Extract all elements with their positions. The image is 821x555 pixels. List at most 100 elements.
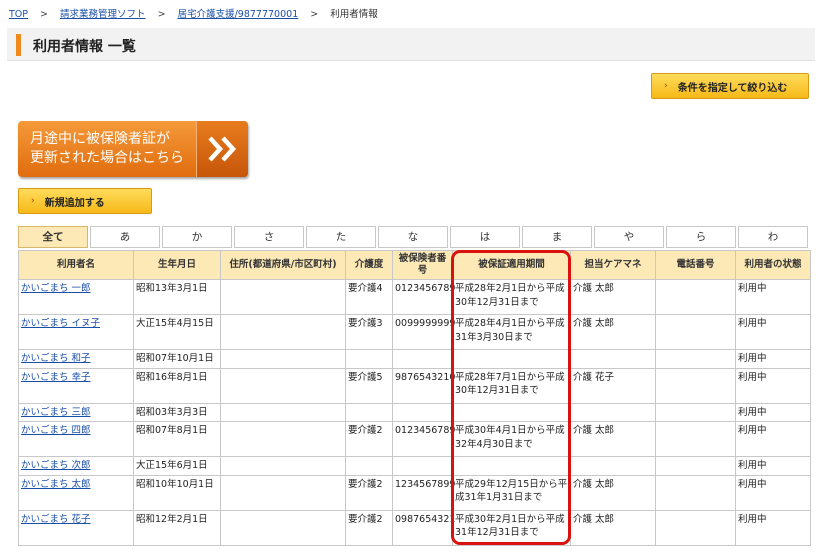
tab-ta[interactable]: た — [306, 226, 376, 248]
cell-status: 利用中 — [735, 421, 811, 457]
cell-name: かいごまち 三郎 — [18, 402, 134, 422]
user-name-link[interactable]: かいごまち 和子 — [21, 353, 91, 364]
cell-status: 利用中 — [735, 314, 811, 350]
table-row: かいごまち 幸子 昭和16年8月1日 要介護5 9876543210 平成28年… — [18, 367, 811, 404]
cell-phone — [655, 402, 736, 422]
tab-na[interactable]: な — [378, 226, 448, 248]
col-header-status: 利用者の状態 — [735, 250, 811, 280]
cell-coverage-period — [452, 456, 571, 476]
add-user-button-label: 新規追加する — [44, 197, 105, 209]
breadcrumb-top-link[interactable]: TOP — [9, 9, 28, 20]
cell-status: 利用中 — [735, 474, 811, 511]
cell-care-manager — [570, 456, 656, 476]
page-title: 利用者情報 一覧 — [33, 39, 136, 55]
cell-birthdate: 昭和03年3月3日 — [133, 402, 221, 422]
cell-coverage-period — [452, 349, 571, 369]
user-name-link[interactable]: かいごまち 花子 — [21, 514, 91, 525]
tab-ya[interactable]: や — [594, 226, 664, 248]
cell-phone — [655, 474, 736, 511]
cell-care-manager — [570, 402, 656, 422]
cell-address — [220, 279, 346, 315]
breadcrumb-current: 利用者情報 — [330, 9, 378, 20]
cell-birthdate: 昭和10年10月1日 — [133, 474, 221, 511]
cell-coverage-period: 平成28年7月1日から平成30年12月31日まで — [452, 367, 571, 404]
breadcrumb-office-link[interactable]: 居宅介護支援/9877770001 — [178, 9, 299, 20]
cell-coverage-period: 平成30年2月1日から平成31年12月31日まで — [452, 509, 571, 546]
cell-care-level: 要介護3 — [345, 314, 393, 350]
user-name-link[interactable]: かいごまち 一郎 — [21, 283, 91, 294]
user-name-link[interactable]: かいごまち 四郎 — [21, 425, 91, 436]
cell-coverage-period: 平成28年4月1日から平成31年3月30日まで — [452, 314, 571, 350]
cell-insured-number: 0123456789 — [392, 279, 455, 315]
breadcrumb-separator: > — [310, 9, 319, 20]
tab-wa[interactable]: わ — [738, 226, 808, 248]
tab-ka[interactable]: か — [162, 226, 232, 248]
cell-status: 利用中 — [735, 279, 811, 315]
breadcrumb-billing-link[interactable]: 請求業務管理ソフト — [60, 9, 146, 20]
cell-care-level: 要介護2 — [345, 421, 393, 457]
tab-all[interactable]: 全て — [18, 226, 88, 248]
table-header-row: 利用者名 生年月日 住所(都道府県/市区町村) 介護度 被保険者番号 被保証適用… — [18, 250, 811, 280]
cell-care-level: 要介護2 — [345, 474, 393, 511]
table-row: かいごまち 和子 昭和07年10月1日 利用中 — [18, 349, 811, 369]
user-name-link[interactable]: かいごまち 太郎 — [21, 479, 91, 490]
cell-status: 利用中 — [735, 402, 811, 422]
cell-name: かいごまち 太郎 — [18, 474, 134, 511]
add-user-button[interactable]: › 新規追加する — [18, 188, 152, 214]
cell-name: かいごまち 次郎 — [18, 456, 134, 476]
user-name-link[interactable]: かいごまち イヌ子 — [21, 318, 100, 329]
cell-insured-number: 0123456789 — [392, 421, 455, 457]
arrow-right-icon: › — [664, 81, 668, 91]
filter-button[interactable]: › 条件を指定して絞り込む — [651, 73, 809, 99]
cell-address — [220, 474, 346, 511]
table-row: かいごまち 太郎 昭和10年10月1日 要介護2 1234567899 平成29… — [18, 474, 811, 511]
cell-phone — [655, 421, 736, 457]
cell-address — [220, 402, 346, 422]
cell-birthdate: 昭和12年2月1日 — [133, 509, 221, 546]
cell-address — [220, 421, 346, 457]
cell-status: 利用中 — [735, 509, 811, 546]
col-header-birthdate: 生年月日 — [133, 250, 221, 280]
col-header-care-level: 介護度 — [345, 250, 393, 280]
filter-button-label: 条件を指定して絞り込む — [677, 82, 788, 94]
breadcrumb-separator: > — [157, 9, 166, 20]
cell-coverage-period — [452, 402, 571, 422]
cell-care-level — [345, 349, 393, 369]
tab-ra[interactable]: ら — [666, 226, 736, 248]
page-title-bar: 利用者情報 一覧 — [7, 28, 815, 61]
cell-birthdate: 昭和16年8月1日 — [133, 367, 221, 404]
cell-birthdate: 昭和13年3月1日 — [133, 279, 221, 315]
tab-ha[interactable]: は — [450, 226, 520, 248]
cell-care-level — [345, 402, 393, 422]
table-row: かいごまち イヌ子 大正15年4月15日 要介護3 0099999999 平成2… — [18, 314, 811, 350]
double-chevron-right-icon — [196, 121, 248, 177]
breadcrumb: TOP > 請求業務管理ソフト > 居宅介護支援/9877770001 > 利用… — [9, 6, 378, 20]
breadcrumb-separator: > — [40, 9, 49, 20]
cell-care-level: 要介護5 — [345, 367, 393, 404]
cell-name: かいごまち イヌ子 — [18, 314, 134, 350]
cell-name: かいごまち 花子 — [18, 509, 134, 546]
user-name-link[interactable]: かいごまち 幸子 — [21, 372, 91, 383]
col-header-care-manager: 担当ケアマネ — [570, 250, 656, 280]
col-header-insured-number: 被保険者番号 — [392, 250, 453, 280]
insurance-update-banner[interactable]: 月途中に被保険者証が 更新された場合はこちら — [18, 121, 248, 177]
cell-birthdate: 昭和07年8月1日 — [133, 421, 221, 457]
cell-name: かいごまち 幸子 — [18, 367, 134, 404]
cell-address — [220, 456, 346, 476]
table-row: かいごまち 花子 昭和12年2月1日 要介護2 0987654321 平成30年… — [18, 509, 811, 546]
tab-sa[interactable]: さ — [234, 226, 304, 248]
cell-care-manager: 介護 太郎 — [570, 421, 656, 457]
table-row: かいごまち 一郎 昭和13年3月1日 要介護4 0123456789 平成28年… — [18, 279, 811, 315]
col-header-address: 住所(都道府県/市区町村) — [220, 250, 346, 280]
table-row: かいごまち 三郎 昭和03年3月3日 利用中 — [18, 402, 811, 422]
col-header-coverage-period: 被保証適用期間 — [452, 250, 571, 280]
cell-phone — [655, 349, 736, 369]
tab-a[interactable]: あ — [90, 226, 160, 248]
user-table: 利用者名 生年月日 住所(都道府県/市区町村) 介護度 被保険者番号 被保証適用… — [18, 250, 811, 546]
user-name-link[interactable]: かいごまち 三郎 — [21, 407, 91, 418]
tab-ma[interactable]: ま — [522, 226, 592, 248]
cell-care-manager: 介護 太郎 — [570, 474, 656, 511]
cell-status: 利用中 — [735, 349, 811, 369]
user-name-link[interactable]: かいごまち 次郎 — [21, 460, 91, 471]
cell-insured-number: 9876543210 — [392, 367, 455, 404]
